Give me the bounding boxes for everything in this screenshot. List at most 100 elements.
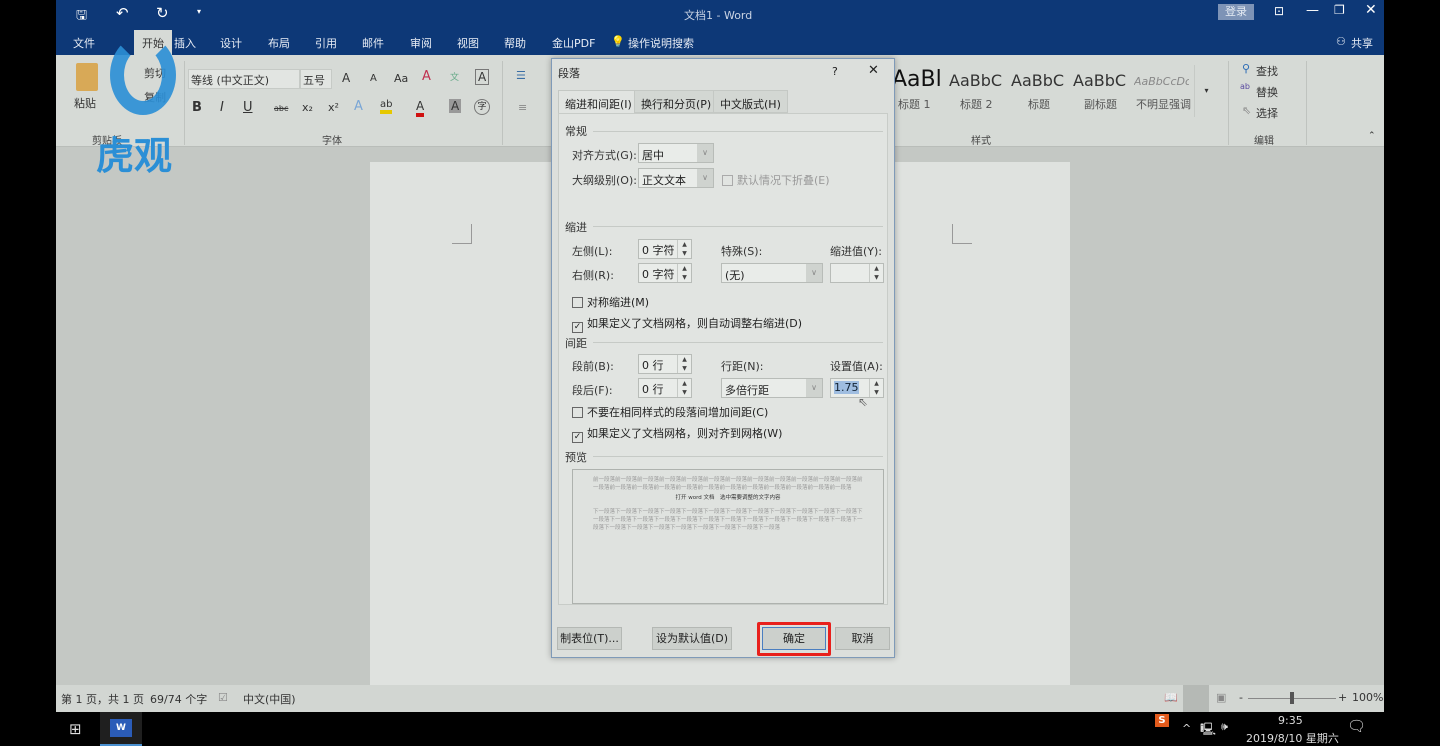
select-button[interactable]: 选择 — [1256, 105, 1278, 121]
tab-design[interactable]: 设计 — [220, 35, 242, 51]
font-name-combo[interactable]: 等线 (中文正文) — [188, 69, 300, 89]
paste-icon[interactable] — [76, 63, 98, 91]
tab-review[interactable]: 审阅 — [410, 35, 432, 51]
auto-adjust-checkbox[interactable]: ✓ 如果定义了文档网格，则自动调整右缩进(D) — [572, 315, 802, 333]
no-space-checkbox[interactable]: 不要在相同样式的段落间增加间距(C) — [572, 404, 768, 420]
language[interactable]: 中文(中国) — [243, 691, 296, 707]
line-spacing-combo[interactable]: 多倍行距 ∨ — [721, 378, 823, 398]
space-before-spinner[interactable]: 0 行 ▲ ▼ — [638, 354, 692, 374]
find-button[interactable]: 查找 — [1256, 63, 1278, 79]
bullets-icon[interactable]: ☰ — [516, 69, 526, 82]
share-button[interactable]: 共享 — [1351, 35, 1373, 51]
underline-button[interactable]: U — [243, 100, 253, 115]
indent-by-spinner[interactable]: ▲ ▼ — [830, 263, 884, 283]
network-icon[interactable]: 🖳 — [1200, 720, 1216, 741]
zoom-level[interactable]: 100% — [1352, 691, 1383, 704]
special-combo[interactable]: (无) ∨ — [721, 263, 823, 283]
style-subtitle[interactable]: AaBbC — [1073, 71, 1126, 90]
close-icon[interactable]: ✕ — [1365, 2, 1377, 18]
dialog-close-icon[interactable]: ✕ — [868, 63, 879, 78]
style-subtle-emphasis[interactable]: AaBbCcDc — [1134, 75, 1189, 88]
highlight-icon[interactable]: ab — [380, 99, 393, 114]
tray-chevron-icon[interactable]: ^ — [1182, 722, 1191, 735]
style-heading1[interactable]: AaBl — [892, 67, 942, 92]
proofing-icon[interactable]: ☑ — [218, 691, 228, 704]
tab-indents-spacing[interactable]: 缩进和间距(I) — [558, 90, 639, 114]
notification-icon[interactable]: 🗨 — [1347, 717, 1366, 735]
spinner-arrows-icon[interactable]: ▲ ▼ — [869, 379, 883, 397]
ok-button[interactable]: 确定 — [762, 627, 826, 650]
zoom-in-button[interactable]: + — [1338, 691, 1347, 704]
read-mode-icon[interactable]: 📖 — [1164, 691, 1178, 704]
at-spinner[interactable]: 1.75 ▲ ▼ — [830, 378, 884, 398]
spinner-arrows-icon[interactable]: ▲ ▼ — [677, 240, 691, 258]
clock-time[interactable]: 9:35 — [1278, 714, 1303, 727]
phonetic-icon[interactable]: 文 — [450, 70, 459, 83]
text-effects-icon[interactable]: A — [354, 99, 363, 114]
clock-date[interactable]: 2019/8/10 星期六 — [1246, 730, 1339, 746]
spinner-arrows-icon[interactable]: ▲ ▼ — [869, 264, 883, 282]
customize-icon[interactable]: ▾ — [197, 7, 201, 16]
grow-font-icon[interactable]: A — [342, 71, 350, 85]
sogou-ime-icon[interactable]: S — [1155, 714, 1169, 727]
windows-start-icon[interactable]: ⊞ — [69, 720, 82, 738]
outline-combo[interactable]: 正文文本 ∨ — [638, 168, 714, 188]
zoom-out-button[interactable]: - — [1239, 691, 1243, 704]
tab-insert[interactable]: 插入 — [174, 35, 196, 51]
set-default-button[interactable]: 设为默认值(D) — [652, 627, 732, 650]
undo-icon[interactable]: ↶ — [116, 4, 129, 22]
web-layout-icon[interactable]: ▣ — [1216, 691, 1226, 704]
collapse-ribbon-icon[interactable]: ⌃ — [1368, 131, 1376, 141]
save-icon[interactable]: 🖫 — [76, 6, 87, 28]
tell-me-search[interactable]: 操作说明搜索 — [628, 35, 694, 51]
bold-button[interactable]: B — [192, 100, 202, 115]
char-border-icon[interactable]: A — [475, 69, 490, 85]
snap-grid-checkbox[interactable]: ✓ 如果定义了文档网格，则对齐到网格(W) — [572, 425, 782, 443]
change-case-icon[interactable]: Aa — [394, 72, 408, 85]
enclose-char-icon[interactable]: 字 — [474, 99, 490, 115]
align-left-icon[interactable]: ≡ — [518, 101, 527, 114]
mirror-indents-checkbox[interactable]: 对称缩进(M) — [572, 294, 649, 310]
spinner-arrows-icon[interactable]: ▲ ▼ — [677, 379, 691, 397]
italic-button[interactable]: I — [220, 100, 224, 115]
strikethrough-button[interactable]: abc — [274, 104, 288, 113]
tab-file[interactable]: 文件 — [73, 35, 95, 51]
volume-icon[interactable]: 🕪 — [1221, 720, 1228, 734]
tab-asian-typography[interactable]: 中文版式(H) — [713, 90, 788, 113]
alignment-combo[interactable]: 居中 ∨ — [638, 143, 714, 163]
tab-line-page-breaks[interactable]: 换行和分页(P) — [634, 90, 719, 113]
font-size-combo[interactable]: 五号 — [300, 69, 332, 89]
zoom-slider-thumb[interactable] — [1290, 692, 1294, 704]
style-title[interactable]: AaBbC — [1011, 71, 1064, 90]
font-color-icon[interactable]: A — [416, 99, 425, 117]
replace-button[interactable]: 替换 — [1256, 84, 1278, 100]
tab-help[interactable]: 帮助 — [504, 35, 526, 51]
style-heading2[interactable]: AaBbC — [949, 71, 1002, 90]
spinner-arrows-icon[interactable]: ▲ ▼ — [677, 264, 691, 282]
paste-button[interactable]: 粘贴 — [74, 95, 96, 111]
copy-button[interactable]: 复制 — [144, 89, 166, 105]
minimize-icon[interactable]: — — [1306, 3, 1319, 18]
spinner-arrows-icon[interactable]: ▲ ▼ — [677, 355, 691, 373]
subscript-button[interactable]: x₂ — [302, 101, 313, 114]
redo-icon[interactable]: ↻ — [156, 4, 169, 22]
shrink-font-icon[interactable]: A — [370, 73, 377, 84]
left-indent-spinner[interactable]: 0 字符 ▲ ▼ — [638, 239, 692, 259]
tab-home[interactable]: 开始 — [134, 30, 172, 55]
tab-kingsoft-pdf[interactable]: 金山PDF — [552, 35, 595, 51]
char-shading-icon[interactable]: A — [449, 99, 462, 113]
styles-more-button[interactable]: ▾ — [1194, 65, 1218, 117]
tabs-button[interactable]: 制表位(T)... — [557, 627, 622, 650]
help-button[interactable]: ? — [832, 65, 838, 78]
login-button[interactable]: 登录 — [1218, 4, 1254, 20]
taskbar-word-button[interactable]: W — [100, 712, 142, 746]
right-indent-spinner[interactable]: 0 字符 ▲ ▼ — [638, 263, 692, 283]
restore-icon[interactable]: ❐ — [1334, 3, 1345, 17]
cancel-button[interactable]: 取消 — [835, 627, 890, 650]
cut-button[interactable]: 剪切 — [144, 65, 166, 81]
tab-layout[interactable]: 布局 — [268, 35, 290, 51]
ribbon-display-icon[interactable]: ⊡ — [1274, 4, 1284, 18]
space-after-spinner[interactable]: 0 行 ▲ ▼ — [638, 378, 692, 398]
tab-references[interactable]: 引用 — [315, 35, 337, 51]
tab-mailings[interactable]: 邮件 — [362, 35, 384, 51]
